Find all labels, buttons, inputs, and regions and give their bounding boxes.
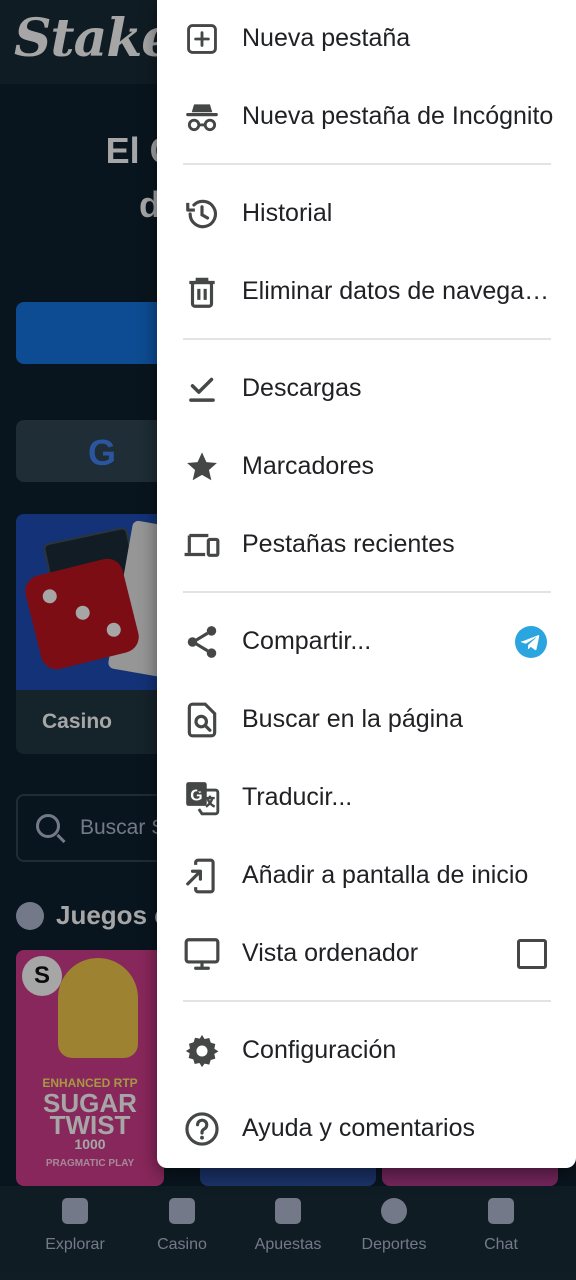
share-icon [183, 623, 221, 661]
menu-item-label: Marcadores [242, 452, 374, 480]
menu-divider [183, 1000, 551, 1002]
star-icon [183, 448, 221, 486]
menu-item-label: Buscar en la página [242, 705, 463, 733]
menu-item-translate[interactable]: G Traducir... [157, 759, 576, 837]
menu-item-label: Traducir... [242, 783, 353, 811]
menu-item-label: Compartir... [242, 627, 372, 655]
desktop-view-checkbox[interactable] [517, 939, 547, 969]
find-in-page-icon [183, 701, 221, 739]
incognito-icon [183, 98, 221, 136]
menu-item-label: Pestañas recientes [242, 530, 455, 558]
menu-item-label: Descargas [242, 374, 362, 402]
menu-item-label: Ayuda y comentarios [242, 1114, 475, 1142]
desktop-icon [183, 935, 221, 973]
menu-item-find-in-page[interactable]: Buscar en la página [157, 681, 576, 759]
translate-icon: G [183, 779, 221, 817]
downloads-icon [183, 370, 221, 408]
menu-item-help[interactable]: Ayuda y comentarios [157, 1090, 576, 1168]
menu-divider [183, 163, 551, 165]
telegram-icon[interactable] [514, 625, 548, 659]
menu-divider [183, 338, 551, 340]
browser-overflow-menu: Nueva pestaña Nueva pestaña de Incógnito… [157, 0, 576, 1168]
menu-item-desktop-view[interactable]: Vista ordenador [157, 915, 576, 993]
new-tab-icon [183, 20, 221, 58]
menu-item-new-tab[interactable]: Nueva pestaña [157, 0, 576, 78]
add-to-home-icon [183, 857, 221, 895]
trash-icon [183, 273, 221, 311]
menu-item-clear-data[interactable]: Eliminar datos de navegación [157, 253, 576, 331]
menu-item-incognito[interactable]: Nueva pestaña de Incógnito [157, 78, 576, 156]
menu-item-label: Eliminar datos de navegación [242, 277, 554, 305]
menu-item-label: Configuración [242, 1036, 397, 1064]
menu-item-history[interactable]: Historial [157, 175, 576, 253]
history-icon [183, 195, 221, 233]
devices-icon [183, 526, 221, 564]
menu-item-label: Historial [242, 199, 333, 227]
menu-item-label: Vista ordenador [242, 939, 419, 967]
menu-item-label: Añadir a pantalla de inicio [242, 861, 529, 889]
menu-divider [183, 591, 551, 593]
menu-item-recent-tabs[interactable]: Pestañas recientes [157, 506, 576, 584]
menu-item-label: Nueva pestaña [242, 24, 411, 52]
help-icon [183, 1110, 221, 1148]
menu-item-downloads[interactable]: Descargas [157, 350, 576, 428]
menu-item-settings[interactable]: Configuración [157, 1012, 576, 1090]
gear-icon [183, 1032, 221, 1070]
menu-item-share[interactable]: Compartir... [157, 603, 576, 681]
menu-item-bookmarks[interactable]: Marcadores [157, 428, 576, 506]
menu-item-label: Nueva pestaña de Incógnito [242, 102, 554, 130]
menu-item-add-to-home[interactable]: Añadir a pantalla de inicio [157, 837, 576, 915]
